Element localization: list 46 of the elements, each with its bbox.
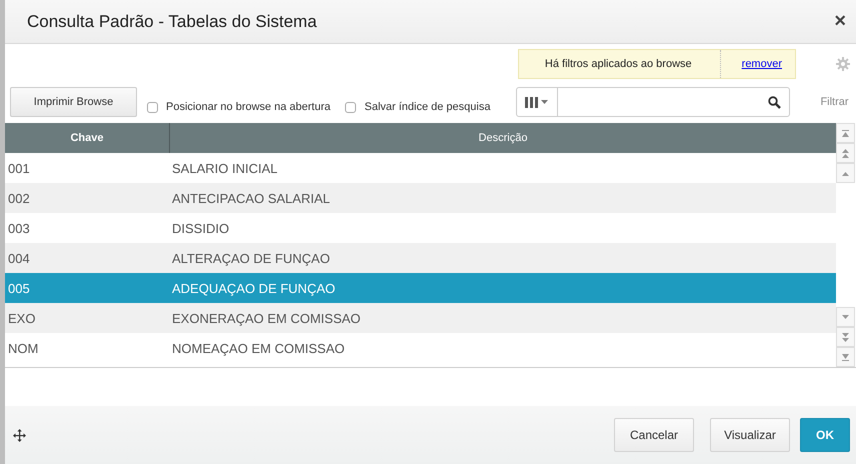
settings-icon[interactable] xyxy=(836,57,850,71)
scroll-top-icon xyxy=(841,128,850,138)
scroll-down-button[interactable] xyxy=(836,307,855,327)
table-cell: SALARIO INICIAL xyxy=(172,160,278,176)
footer-button[interactable]: Cancelar xyxy=(614,418,694,452)
table-cell-text: 001 xyxy=(7,160,31,176)
filter-notice-text: Há filtros aplicados ao browse xyxy=(518,50,721,78)
table-cell: EXONERAÇAO EM COMISSAO xyxy=(172,310,361,326)
table-row[interactable]: EXO EXONERAÇAO EM COMISSAO xyxy=(5,303,836,333)
table-cell: ADEQUAÇAO DE FUNÇAO xyxy=(172,280,336,296)
search-field[interactable] xyxy=(516,87,790,117)
table-cell: ANTECIPACAO SALARIAL xyxy=(172,190,330,206)
checkbox-label: Salvar índice de pesquisa xyxy=(364,101,490,113)
scroll-up-button[interactable] xyxy=(836,163,855,183)
table-cell: DISSIDIO xyxy=(172,220,230,236)
scroll-down-icon xyxy=(841,312,850,322)
table-cell-text: NOM xyxy=(7,340,40,356)
table-cell: ALTERAÇAO DE FUNÇAO xyxy=(172,250,330,266)
scroll-bottom-button[interactable] xyxy=(836,347,855,367)
move-icon[interactable] xyxy=(13,428,26,442)
page-down-icon xyxy=(841,332,850,342)
checkbox[interactable] xyxy=(147,102,158,112)
print-browse-button[interactable]: Imprimir Browse xyxy=(10,87,137,117)
page-up-icon xyxy=(841,148,850,158)
window-title: Consulta Padrão - Tabelas do Sistema xyxy=(27,12,317,32)
footer-button[interactable]: Visualizar xyxy=(710,418,790,452)
table-row[interactable]: 004 ALTERAÇAO DE FUNÇAO xyxy=(5,243,836,273)
column-header[interactable]: Descrição xyxy=(170,123,836,153)
checkbox-label: Posicionar no browse na abertura xyxy=(166,101,330,113)
table-cell-text: 004 xyxy=(7,250,31,266)
checkbox[interactable] xyxy=(345,102,356,112)
table-cell-text: 002 xyxy=(7,190,31,206)
columns-icon xyxy=(525,96,550,108)
close-button[interactable]: × xyxy=(834,10,846,33)
table-cell-text: 005 xyxy=(7,280,31,296)
scroll-bottom-icon xyxy=(841,352,850,362)
page-down-button[interactable] xyxy=(836,327,855,347)
table-row[interactable]: 002 ANTECIPACAO SALARIAL xyxy=(5,183,836,213)
table-cell-text: 003 xyxy=(7,220,31,236)
table-cell-text: EXO xyxy=(7,310,36,326)
table-cell: NOMEAÇAO EM COMISSAO xyxy=(172,340,345,356)
search-icon[interactable] xyxy=(768,96,782,108)
page-up-button[interactable] xyxy=(836,143,855,163)
filter-label[interactable]: Filtrar xyxy=(820,96,849,108)
remove-filter-link[interactable]: remover xyxy=(720,58,795,70)
scroll-top-button[interactable] xyxy=(836,123,855,143)
